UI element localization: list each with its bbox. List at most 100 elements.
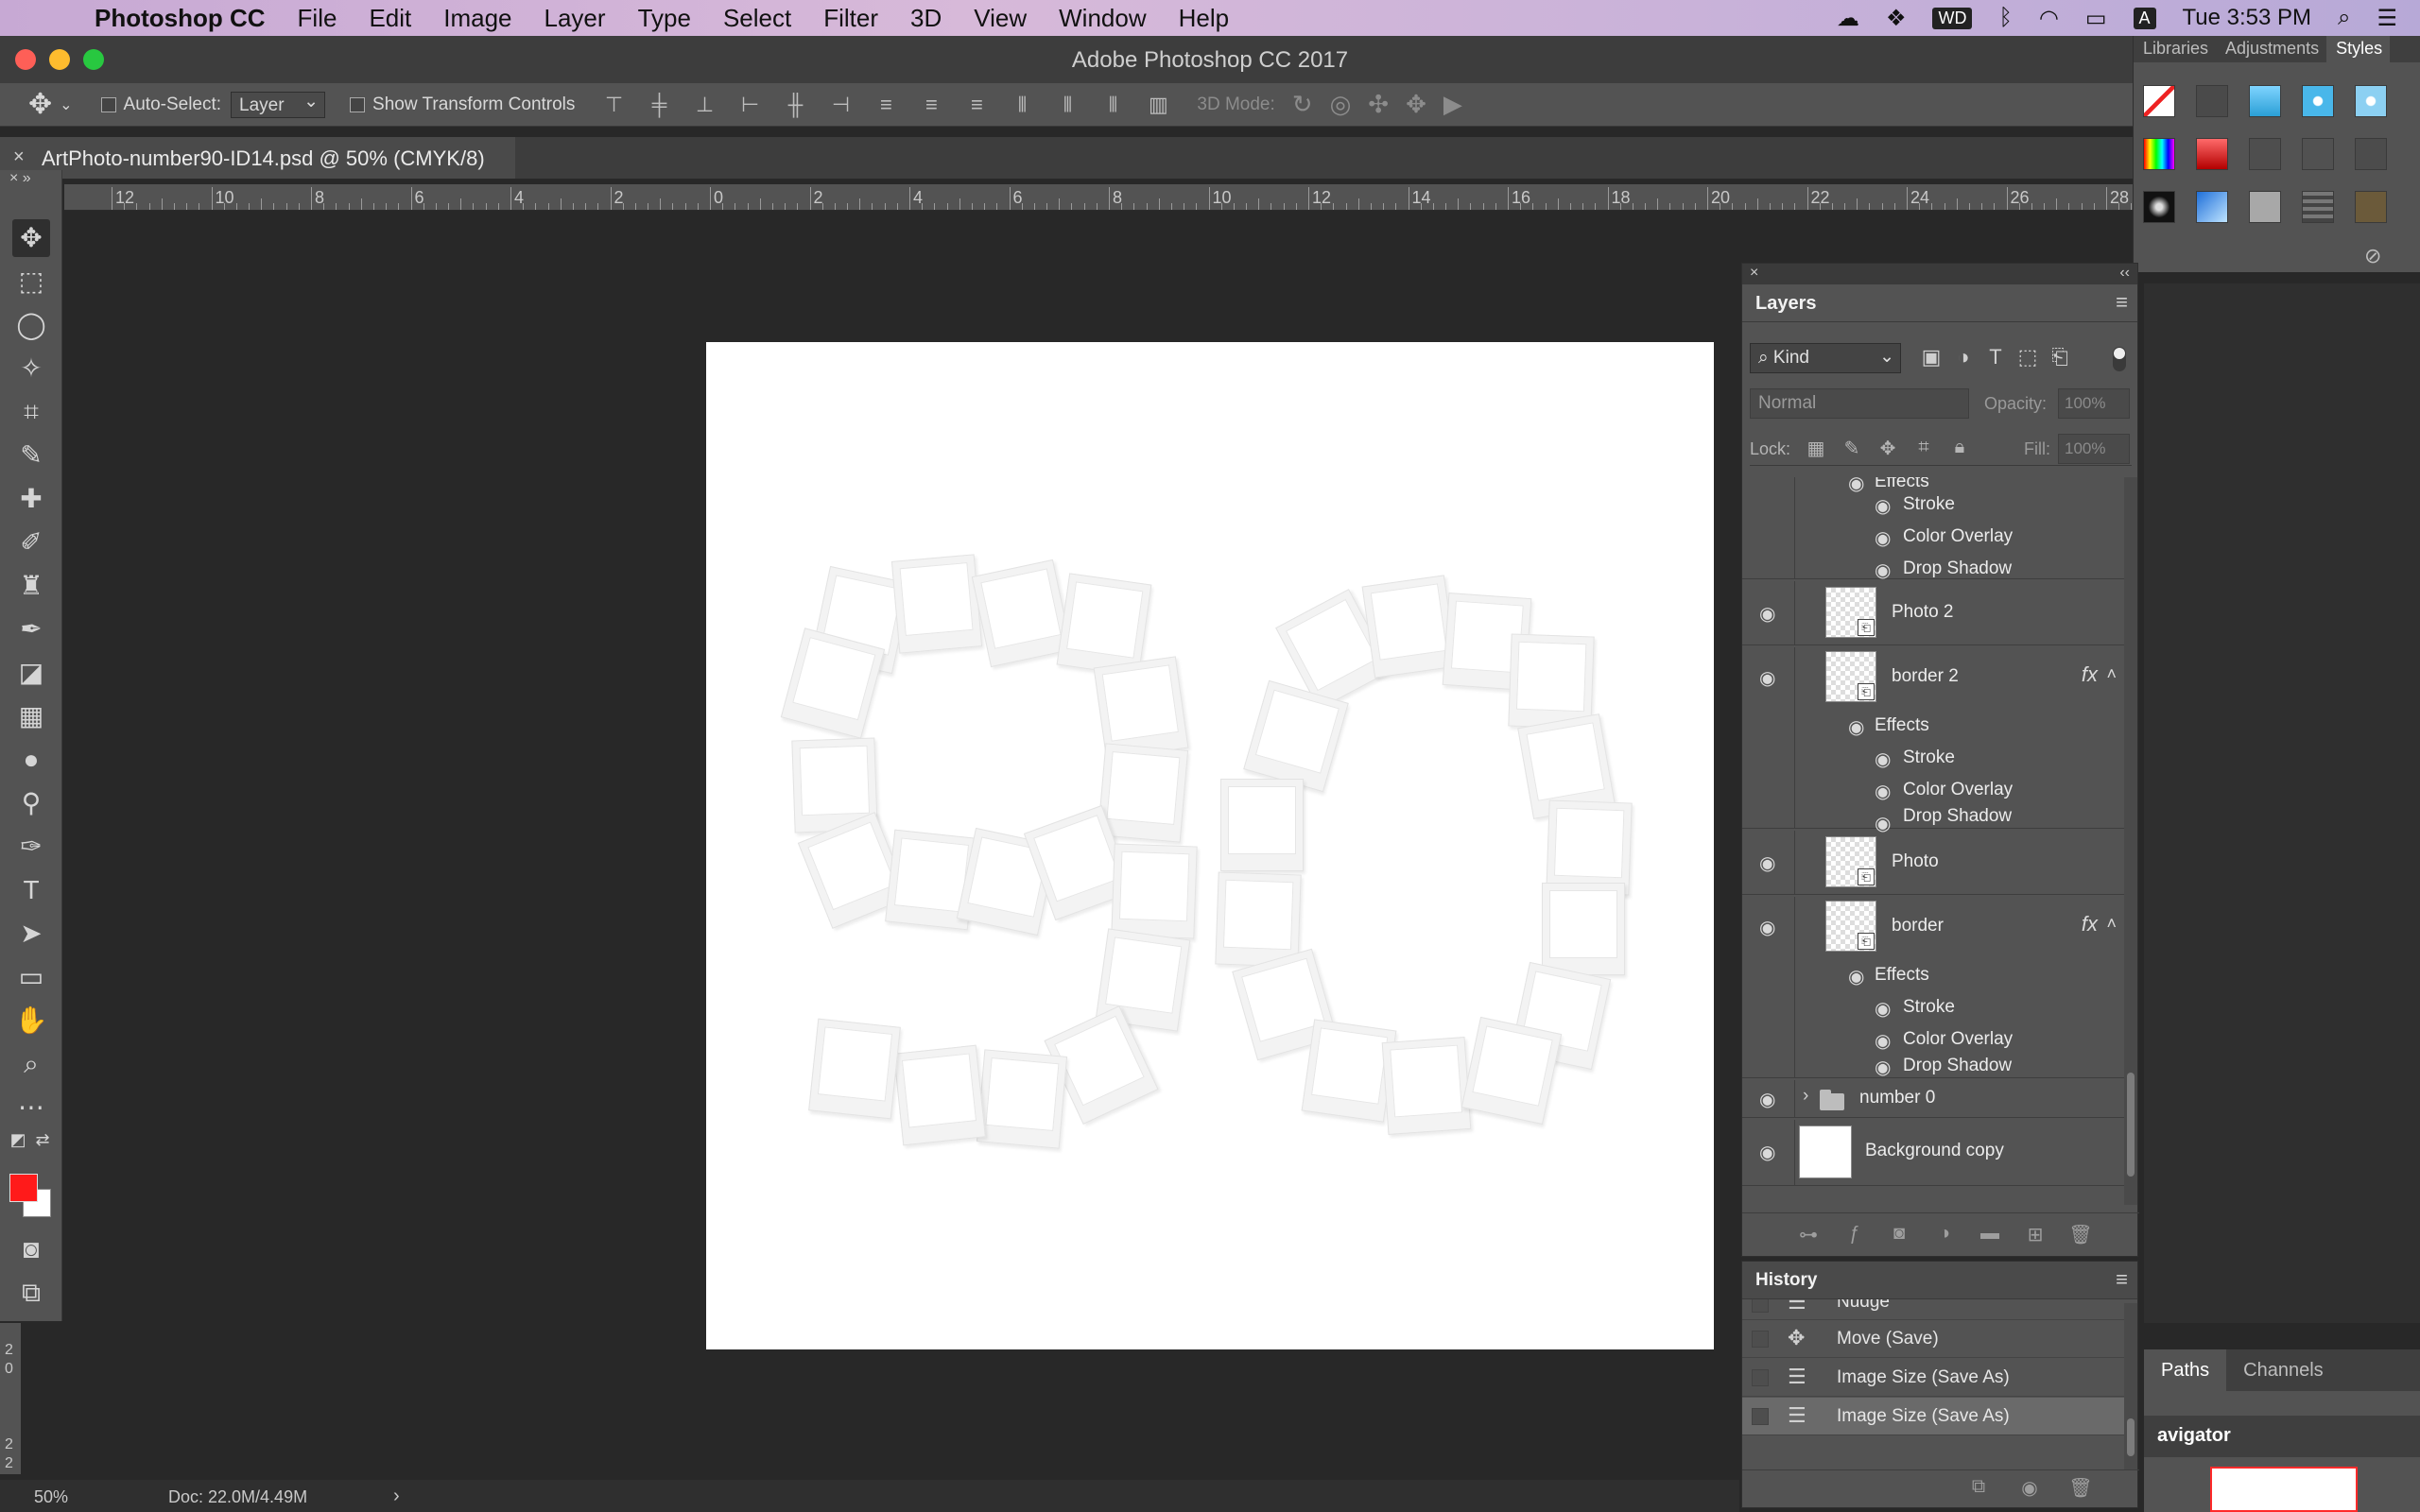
layer-name[interactable]: border xyxy=(1892,916,1944,936)
menu-layer[interactable]: Layer xyxy=(544,4,606,33)
battery-icon[interactable]: ▭ xyxy=(2085,5,2107,32)
magic-wand-tool-icon[interactable]: ✧ xyxy=(12,350,50,387)
photo-frame[interactable] xyxy=(1542,883,1625,975)
screen-mode-icon[interactable]: ⧉ xyxy=(12,1274,50,1312)
history-snapshot-checkbox[interactable] xyxy=(1752,1369,1769,1386)
type-tool-icon[interactable]: T xyxy=(12,871,50,909)
navigator-panel-header[interactable]: avigator xyxy=(2144,1416,2420,1457)
chevron-up-icon[interactable]: ˄ xyxy=(2106,664,2117,684)
lock-transparent-icon[interactable]: ▦ xyxy=(1803,437,1829,460)
layer-name[interactable]: Photo 2 xyxy=(1892,602,1954,623)
eye-icon[interactable]: ◉ xyxy=(1759,1088,1775,1111)
dropbox-icon[interactable]: ❖ xyxy=(1886,5,1907,32)
menu-image[interactable]: Image xyxy=(443,4,511,33)
eye-icon[interactable]: ◉ xyxy=(1875,997,1891,1021)
effect-color-overlay[interactable]: Color Overlay xyxy=(1903,780,2013,800)
style-swatch[interactable] xyxy=(2196,138,2228,170)
distribute-left-icon[interactable]: ⦀ xyxy=(1008,93,1036,117)
scrollbar-thumb[interactable] xyxy=(2127,1073,2135,1177)
scrollbar-thumb[interactable] xyxy=(2127,1418,2135,1456)
style-swatch[interactable] xyxy=(2143,138,2175,170)
photo-frame[interactable] xyxy=(808,1018,901,1120)
new-snapshot-icon[interactable]: ◉ xyxy=(2016,1476,2043,1500)
3d-rotate-icon[interactable]: ↻ xyxy=(1292,90,1313,119)
delete-layer-icon[interactable]: 🗑︎ xyxy=(2067,1223,2094,1246)
style-swatch[interactable] xyxy=(2355,191,2387,223)
lasso-tool-icon[interactable]: ◯ xyxy=(12,306,50,344)
style-swatch[interactable] xyxy=(2355,85,2387,117)
document-tab[interactable]: × ArtPhoto-number90-ID14.psd @ 50% (CMYK… xyxy=(0,137,515,179)
eyedropper-tool-icon[interactable]: ✎ xyxy=(12,437,50,474)
lock-image-icon[interactable]: ✎ xyxy=(1839,437,1865,460)
eye-icon[interactable]: ◉ xyxy=(1875,494,1891,518)
layer-name[interactable]: Photo xyxy=(1892,851,1939,872)
swap-colors-icon[interactable]: ⇄ xyxy=(28,1121,57,1159)
menu-select[interactable]: Select xyxy=(723,4,791,33)
effects-label[interactable]: Effects xyxy=(1875,477,1929,492)
history-panel-title[interactable]: History xyxy=(1755,1270,1817,1291)
filter-smart-object-icon[interactable]: ⎗ xyxy=(2047,345,2073,371)
photo-frame[interactable] xyxy=(1508,633,1595,730)
creative-cloud-icon[interactable]: ☁ xyxy=(1837,5,1859,32)
photo-frame[interactable] xyxy=(890,554,983,654)
history-snapshot-checkbox[interactable] xyxy=(1752,1299,1769,1313)
tab-styles[interactable]: Styles xyxy=(2326,36,2391,62)
adjustment-layer-icon[interactable]: ◑ xyxy=(1931,1223,1958,1245)
photo-frame[interactable] xyxy=(1546,799,1633,896)
menu-edit[interactable]: Edit xyxy=(369,4,411,33)
photo-frame[interactable] xyxy=(1215,871,1302,968)
add-layer-style-icon[interactable]: ƒ xyxy=(1841,1223,1867,1245)
style-swatch[interactable] xyxy=(2249,85,2281,117)
eye-icon[interactable]: ◉ xyxy=(1875,780,1891,803)
quick-mask-icon[interactable]: ◙ xyxy=(12,1230,50,1268)
eye-icon[interactable]: ◉ xyxy=(1759,602,1775,626)
style-swatch[interactable] xyxy=(2249,191,2281,223)
effect-stroke[interactable]: Stroke xyxy=(1903,494,1955,515)
link-layers-icon[interactable]: ⊶ xyxy=(1795,1223,1822,1246)
filter-kind-dropdown[interactable]: ⌕ Kind ⌄ xyxy=(1750,343,1901,373)
effect-color-overlay[interactable]: Color Overlay xyxy=(1903,526,2013,547)
layer-name[interactable]: border 2 xyxy=(1892,666,1959,687)
align-top-icon[interactable]: ⊤ xyxy=(599,93,628,117)
photo-frame[interactable] xyxy=(1301,1019,1397,1123)
rectangle-tool-icon[interactable]: ▭ xyxy=(12,958,50,996)
distribute-bottom-icon[interactable]: ≡ xyxy=(962,93,991,117)
auto-align-icon[interactable]: ▥ xyxy=(1144,93,1172,117)
lock-position-icon[interactable]: ✥ xyxy=(1875,437,1901,460)
lock-artboard-icon[interactable]: ⌗ xyxy=(1910,437,1937,458)
eye-icon[interactable]: ◉ xyxy=(1759,851,1775,875)
new-document-from-state-icon[interactable]: ⧉ xyxy=(1965,1476,1992,1498)
align-bottom-icon[interactable]: ⊥ xyxy=(690,93,718,117)
eye-icon[interactable]: ◉ xyxy=(1875,747,1891,771)
style-swatch[interactable] xyxy=(2196,85,2228,117)
menu-filter[interactable]: Filter xyxy=(823,4,878,33)
document-canvas[interactable] xyxy=(706,342,1714,1349)
photo-frame[interactable] xyxy=(1461,1016,1563,1125)
tab-paths[interactable]: Paths xyxy=(2144,1349,2227,1391)
history-brush-tool-icon[interactable]: ✒ xyxy=(12,610,50,648)
photo-frame[interactable] xyxy=(1361,575,1458,679)
eraser-tool-icon[interactable]: ◪ xyxy=(12,654,50,692)
effect-stroke[interactable]: Stroke xyxy=(1903,747,1955,768)
menu-app-name[interactable]: Photoshop CC xyxy=(95,4,266,33)
effect-stroke[interactable]: Stroke xyxy=(1903,997,1955,1018)
history-item[interactable]: ☰ Nudge xyxy=(1742,1299,2124,1320)
fill-input[interactable]: 100% xyxy=(2058,434,2130,464)
layer-name[interactable]: Background copy xyxy=(1865,1141,2004,1161)
distribute-vcenter-icon[interactable]: ≡ xyxy=(917,93,945,117)
auto-select-checkbox[interactable] xyxy=(100,96,116,112)
style-swatch[interactable] xyxy=(2302,85,2334,117)
layer-row-border-2[interactable]: ◉ ⎗ border 2 fx ˄ ◉ Effects ◉ Stroke ◉ C… xyxy=(1742,647,2124,834)
3d-roll-icon[interactable]: ◎ xyxy=(1330,90,1352,119)
panel-menu-icon[interactable]: ≡ xyxy=(2116,290,2128,315)
input-source-icon[interactable]: A xyxy=(2133,7,2156,29)
eye-icon[interactable]: ◉ xyxy=(1875,1029,1891,1053)
foreground-color-swatch[interactable] xyxy=(9,1174,38,1202)
marquee-tool-icon[interactable]: ⬚ xyxy=(12,263,50,301)
eye-icon[interactable]: ◉ xyxy=(1759,666,1775,690)
vertical-ruler[interactable]: 2022 xyxy=(0,1323,21,1474)
distribute-top-icon[interactable]: ≡ xyxy=(872,93,900,117)
layer-effects-fx-icon[interactable]: fx xyxy=(2082,662,2098,687)
history-scrollbar[interactable] xyxy=(2124,1303,2137,1469)
photo-frame[interactable] xyxy=(976,1049,1068,1149)
